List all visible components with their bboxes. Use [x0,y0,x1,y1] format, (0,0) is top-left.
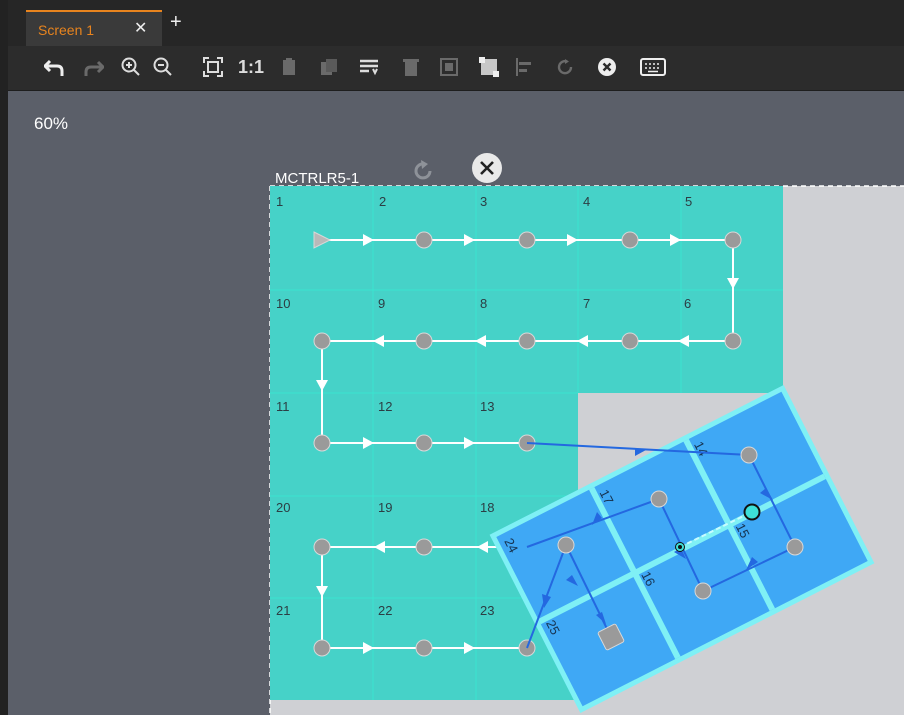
cabinet-label: 19 [378,500,392,515]
cabinet-label: 4 [583,194,590,209]
cabinet-label: 6 [684,296,691,311]
cabinet-label: 12 [378,399,392,414]
controller-name[interactable]: MCTRLR5-1 [275,170,359,187]
cabinet-label: 9 [378,296,385,311]
cabinet-label: 22 [378,603,392,618]
cabinet-label: 2 [379,194,386,209]
rotation-handle[interactable] [743,503,761,521]
cabinet-label: 11 [276,399,290,414]
cabinet-label: 18 [480,500,494,515]
close-controller-button[interactable] [472,153,502,183]
screen-canvas: MCTRLR5-1 1 2 3 4 5 10 9 8 7 6 11 12 13 … [269,153,904,715]
rotation-center-point[interactable] [675,542,685,552]
refresh-icon[interactable] [414,160,432,180]
cabinet-label: 7 [583,296,590,311]
cabinet-label: 20 [276,500,290,515]
cabinet-label: 10 [276,296,290,311]
cabinet-label: 21 [276,603,290,618]
cabinet-label: 8 [480,296,487,311]
cabinet-label: 5 [685,194,692,209]
cabinet-label: 3 [480,194,487,209]
cabinet-label: 1 [276,194,283,209]
cabinet-label: 13 [480,399,494,414]
cabinet-label: 23 [480,603,494,618]
